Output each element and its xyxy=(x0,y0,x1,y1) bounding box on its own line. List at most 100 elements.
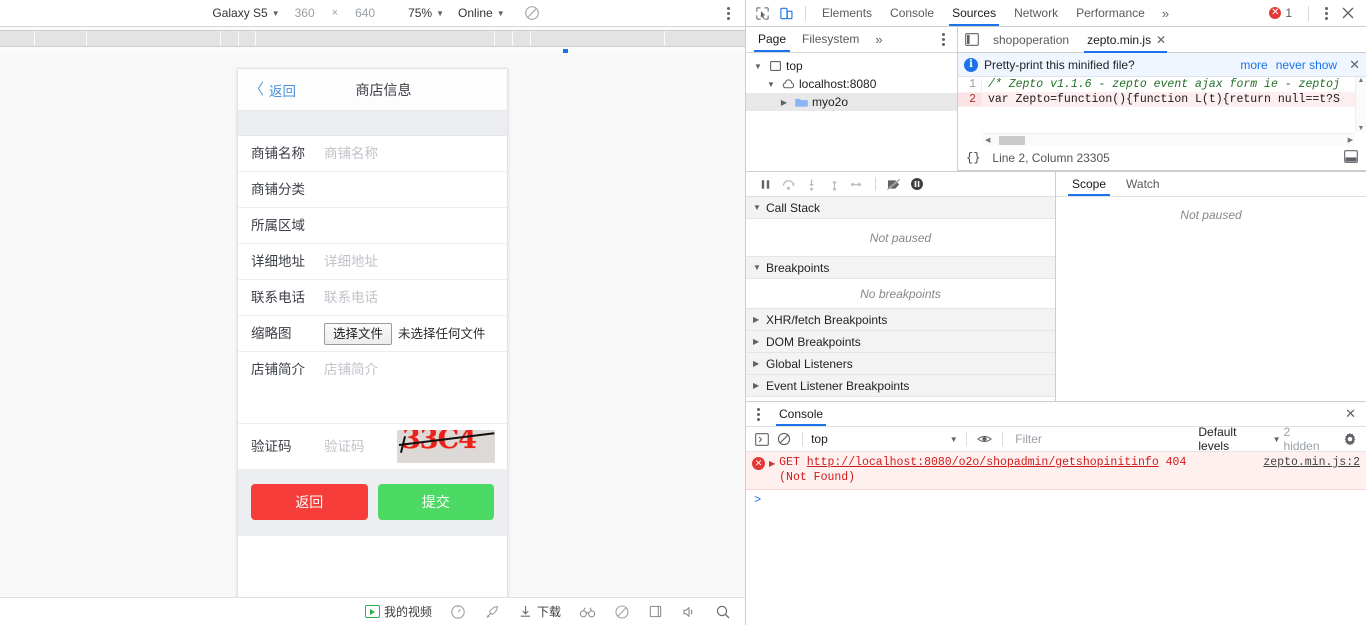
console-filter-input[interactable] xyxy=(1011,430,1188,448)
drawer-toggle-icon[interactable] xyxy=(1344,150,1358,166)
section-header-xhr-breakpoints[interactable]: ▶ XHR/fetch Breakpoints xyxy=(746,309,1055,331)
zoom-selector[interactable]: 75% ▼ xyxy=(401,6,451,20)
tree-item-myo2o[interactable]: ▶ myo2o xyxy=(746,93,957,111)
input-captcha[interactable]: 验证码 xyxy=(324,438,365,456)
console-levels-selector[interactable]: Default levels ▼ xyxy=(1198,425,1280,453)
error-count-badge[interactable]: ✕ 1 xyxy=(1262,6,1299,20)
console-message-error[interactable]: ✕ ▶ GET http://localhost:8080/o2o/shopad… xyxy=(746,452,1366,490)
editor-horizontal-scrollbar[interactable]: ◀ ▶ xyxy=(983,133,1355,146)
deactivate-breakpoints-icon[interactable] xyxy=(883,174,905,194)
tree-item-localhost[interactable]: ▼ localhost:8080 xyxy=(746,75,957,93)
format-icon[interactable]: {} xyxy=(966,151,980,165)
input-phone[interactable]: 联系电话 xyxy=(324,280,507,307)
tab-performance[interactable]: Performance xyxy=(1067,0,1154,26)
choose-file-button[interactable]: 选择文件 xyxy=(324,322,393,345)
chevron-double-right-icon[interactable]: » xyxy=(867,32,890,47)
console-error-url[interactable]: http://localhost:8080/o2o/shopadmin/gets… xyxy=(807,456,1159,469)
drawer-tab-console[interactable]: Console xyxy=(770,402,832,426)
form-row-captcha[interactable]: 验证码 验证码 33C4 xyxy=(238,424,507,470)
gear-icon[interactable] xyxy=(1340,430,1362,448)
editor-vertical-scrollbar[interactable]: ▲ ▼ xyxy=(1355,77,1366,132)
inspect-element-icon[interactable] xyxy=(750,1,774,25)
throttling-selector[interactable]: Online ▼ xyxy=(451,6,512,20)
input-address[interactable]: 详细地址 xyxy=(324,244,507,271)
taskbar-download[interactable]: 下载 xyxy=(509,603,570,620)
console-prompt[interactable]: > xyxy=(746,490,1366,510)
step-icon[interactable] xyxy=(846,174,868,194)
show-navigator-icon[interactable] xyxy=(960,28,984,52)
live-expression-icon[interactable] xyxy=(975,430,995,448)
pretty-print-more-link[interactable]: more xyxy=(1240,58,1267,72)
show-console-sidebar-icon[interactable] xyxy=(752,430,772,448)
triangle-right-icon[interactable]: ▶ xyxy=(769,459,775,468)
viewport-width-input[interactable]: 360 xyxy=(287,6,323,20)
console-context-selector[interactable]: top ▼ xyxy=(811,432,958,446)
form-row-shop-category[interactable]: 商铺分类 xyxy=(238,172,507,208)
back-link[interactable]: 〈 返回 xyxy=(249,80,296,100)
pause-on-exceptions-icon[interactable] xyxy=(906,174,928,194)
taskbar-window[interactable] xyxy=(639,604,672,619)
section-header-event-listener-breakpoints[interactable]: ▶ Event Listener Breakpoints xyxy=(746,375,1055,397)
pause-icon[interactable] xyxy=(754,174,776,194)
pretty-print-never-link[interactable]: never show xyxy=(1276,58,1337,72)
taskbar-volume[interactable] xyxy=(672,604,706,620)
section-header-breakpoints[interactable]: ▼ Breakpoints xyxy=(746,257,1055,279)
console-error-source-link[interactable]: zepto.min.js:2 xyxy=(1263,456,1360,469)
section-header-call-stack[interactable]: ▼ Call Stack xyxy=(746,197,1055,219)
close-icon[interactable]: ✕ xyxy=(1156,27,1166,53)
close-icon[interactable]: ✕ xyxy=(1335,406,1366,422)
device-selector[interactable]: Galaxy S5 ▼ xyxy=(205,6,286,20)
taskbar-rocket[interactable] xyxy=(475,604,509,620)
console-drawer-menu-button[interactable] xyxy=(750,405,766,423)
chevron-double-right-icon[interactable]: » xyxy=(1154,6,1177,21)
tab-console[interactable]: Console xyxy=(881,0,943,26)
taskbar-search[interactable] xyxy=(706,604,745,620)
tab-watch[interactable]: Watch xyxy=(1116,172,1170,196)
form-row-thumbnail[interactable]: 缩略图 选择文件 未选择任何文件 xyxy=(238,316,507,352)
select-area[interactable] xyxy=(324,208,507,217)
form-row-area[interactable]: 所属区域 xyxy=(238,208,507,244)
nav-tab-page[interactable]: Page xyxy=(750,27,794,52)
form-row-phone[interactable]: 联系电话 联系电话 xyxy=(238,280,507,316)
form-row-description[interactable]: 店铺简介 店铺简介 xyxy=(238,352,507,424)
viewport-height-input[interactable]: 640 xyxy=(347,6,383,20)
textarea-description[interactable]: 店铺简介 xyxy=(324,352,507,379)
editor-tab-zepto[interactable]: zepto.min.js ✕ xyxy=(1078,27,1173,53)
header-spacer xyxy=(238,111,507,136)
tab-scope[interactable]: Scope xyxy=(1062,172,1116,196)
code-editor[interactable]: 1 /* Zepto v1.1.6 - zepto event ajax for… xyxy=(958,77,1366,146)
section-header-dom-breakpoints[interactable]: ▶ DOM Breakpoints xyxy=(746,331,1055,353)
form-row-address[interactable]: 详细地址 详细地址 xyxy=(238,244,507,280)
input-shop-name[interactable]: 商铺名称 xyxy=(324,136,507,163)
navigator-menu-button[interactable] xyxy=(935,31,951,49)
tab-sources[interactable]: Sources xyxy=(943,0,1005,26)
submit-button[interactable]: 提交 xyxy=(377,484,494,520)
tab-elements[interactable]: Elements xyxy=(813,0,881,26)
scrollbar-thumb[interactable] xyxy=(999,135,1025,145)
taskbar-my-videos[interactable]: 我的视频 xyxy=(356,603,441,620)
taskbar-glasses[interactable] xyxy=(570,605,605,619)
editor-tab-shopoperation[interactable]: shopoperation xyxy=(984,27,1078,53)
taskbar-leaf[interactable] xyxy=(605,604,639,620)
step-over-icon[interactable] xyxy=(777,174,799,194)
taskbar-speedometer[interactable] xyxy=(441,604,475,620)
tree-item-top[interactable]: ▼ top xyxy=(746,57,957,75)
back-button[interactable]: 返回 xyxy=(251,484,368,520)
rotate-icon[interactable] xyxy=(524,5,540,21)
nav-tab-filesystem[interactable]: Filesystem xyxy=(794,27,867,52)
section-header-global-listeners[interactable]: ▶ Global Listeners xyxy=(746,353,1055,375)
select-shop-category[interactable] xyxy=(324,172,507,181)
form-row-shop-name[interactable]: 商铺名称 商铺名称 xyxy=(238,136,507,172)
tab-network[interactable]: Network xyxy=(1005,0,1067,26)
close-icon[interactable] xyxy=(1336,1,1360,25)
step-out-icon[interactable] xyxy=(823,174,845,194)
clear-console-icon[interactable] xyxy=(775,430,795,448)
close-icon[interactable]: ✕ xyxy=(1345,57,1360,73)
step-into-icon[interactable] xyxy=(800,174,822,194)
device-toolbar-menu-button[interactable] xyxy=(721,5,735,21)
console-error-method: GET xyxy=(779,456,800,469)
toggle-device-toolbar-icon[interactable] xyxy=(774,1,798,25)
device-emulation-pane: Galaxy S5 ▼ 360 × 640 75% ▼ Online ▼ 〈 返… xyxy=(0,0,746,625)
captcha-image[interactable]: 33C4 xyxy=(397,430,495,463)
devtools-menu-button[interactable] xyxy=(1318,4,1334,22)
